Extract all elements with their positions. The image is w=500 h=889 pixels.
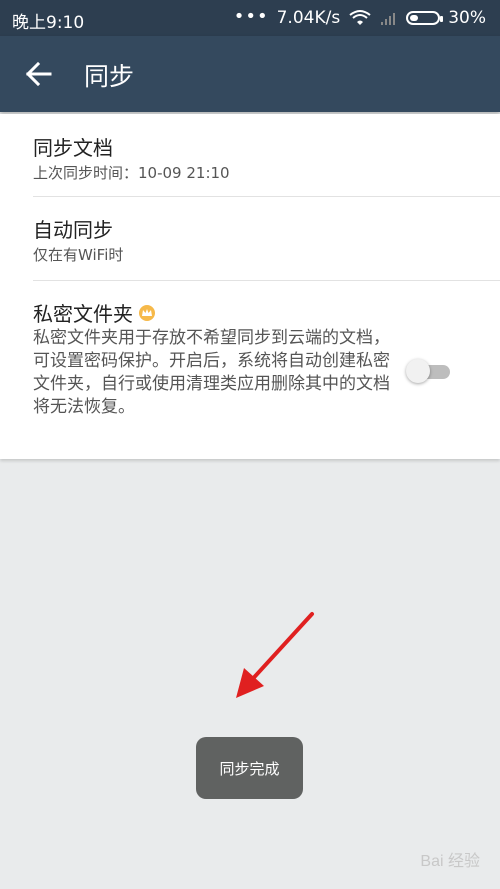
private-folder-toggle[interactable] [406, 358, 452, 384]
setting-subtitle: 上次同步时间：10-09 21:10 [33, 164, 230, 182]
back-arrow-icon[interactable] [24, 60, 52, 88]
red-arrow-icon [236, 612, 314, 698]
more-dots-icon: ••• [233, 5, 269, 27]
setting-sync-docs[interactable]: 同步文档 上次同步时间：10-09 21:10 [0, 114, 500, 196]
status-bar: 晚上9:10 ••• 7.04K/s 30% [0, 0, 500, 36]
setting-title: 同步文档 [33, 136, 113, 160]
setting-title: 私密文件夹 [33, 298, 155, 327]
private-folder-description: 私密文件夹用于存放不希望同步到云端的文档，可设置密码保护。开启后，系统将自动创建… [33, 328, 390, 417]
net-speed: 7.04K/s [276, 8, 341, 28]
signal-icon [381, 13, 396, 25]
setting-title: 自动同步 [33, 218, 113, 242]
battery-icon [406, 11, 444, 25]
status-time: 晚上9:10 [12, 13, 85, 33]
battery-percent: 30% [448, 8, 486, 28]
wifi-icon [349, 10, 371, 25]
status-right: ••• 7.04K/s 30% [233, 5, 486, 29]
setting-auto-sync[interactable]: 自动同步 仅在有WiFi时 [0, 197, 500, 280]
setting-subtitle: 仅在有WiFi时 [33, 246, 124, 264]
toggle-knob [406, 359, 430, 383]
page-title: 同步 [84, 62, 135, 91]
settings-list: 同步文档 上次同步时间：10-09 21:10 自动同步 仅在有WiFi时 私密… [0, 114, 500, 459]
app-bar: 同步 [0, 36, 500, 112]
watermark: Bai 经验 [420, 853, 480, 870]
toast-message: 同步完成 [196, 737, 303, 799]
crown-icon [139, 304, 155, 321]
